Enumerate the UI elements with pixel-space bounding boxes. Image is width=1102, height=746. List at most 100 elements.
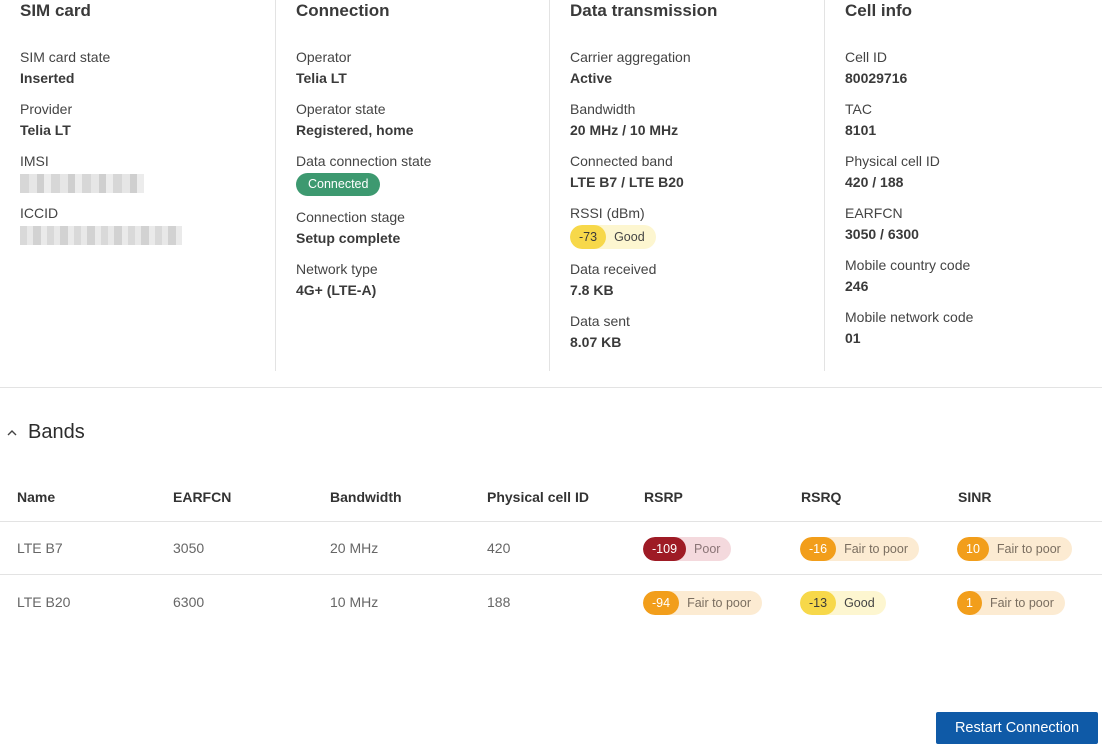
network-type-value: 4G+ (LTE-A)	[296, 282, 377, 298]
rsrq-quality: Good	[844, 595, 875, 610]
bands-section-toggle[interactable]: Bands	[6, 421, 85, 444]
band-name: LTE B20	[17, 593, 71, 610]
connection-title: Connection	[296, 1, 390, 20]
rsrq-badge: -13 Good	[800, 590, 886, 615]
rsrp-cell: -109 Poor	[643, 522, 732, 574]
restart-connection-button[interactable]: Restart Connection	[936, 712, 1098, 744]
sinr-value: 10	[957, 537, 989, 561]
rsrq-value: -13	[800, 590, 837, 615]
carrier-aggregation-value: Active	[570, 70, 613, 86]
connected-status-badge: Connected	[296, 173, 381, 196]
connection-stage-value: Setup complete	[296, 230, 401, 246]
band-pci: 188	[487, 593, 511, 610]
sim-card-panel: SIM card SIM card state Inserted Provide…	[0, 0, 275, 371]
provider-value: Telia LT	[20, 122, 71, 138]
tac-value: 8101	[845, 122, 877, 138]
band-earfcn: 6300	[173, 593, 205, 610]
rsrq-badge: -16 Fair to poor	[800, 537, 919, 561]
rssi-badge: -73 Good	[570, 225, 656, 249]
physical-cell-id-value: 420 / 188	[845, 174, 904, 190]
rsrq-cell: -16 Fair to poor	[800, 522, 919, 574]
carrier-aggregation-label: Carrier aggregation	[570, 49, 691, 65]
mobile-country-code-label: Mobile country code	[845, 257, 971, 273]
band-name: LTE B7	[17, 540, 63, 556]
sinr-badge: 10 Fair to poor	[957, 537, 1072, 561]
col-pci-header: Physical cell ID	[487, 488, 589, 505]
earfcn-label: EARFCN	[845, 205, 903, 221]
rsrq-quality: Fair to poor	[844, 542, 908, 556]
imsi-redacted-value	[20, 174, 144, 193]
band-earfcn: 3050	[173, 540, 205, 556]
data-sent-label: Data sent	[570, 313, 630, 329]
rssi-label: RSSI (dBm)	[570, 205, 645, 221]
cell-id-label: Cell ID	[845, 49, 888, 65]
sinr-quality: Fair to poor	[989, 595, 1054, 610]
section-divider	[0, 387, 1102, 388]
connection-panel: Connection Operator Telia LT Operator st…	[275, 0, 549, 371]
rsrp-badge: -109 Poor	[643, 537, 732, 561]
band-bandwidth: 10 MHz	[330, 593, 379, 610]
rssi-quality: Good	[614, 230, 645, 244]
cell-info-title: Cell info	[845, 1, 913, 20]
bandwidth-label: Bandwidth	[570, 101, 636, 117]
mobile-network-code-label: Mobile network code	[845, 309, 974, 325]
mobile-network-code-value: 01	[845, 330, 861, 346]
operator-state-value: Registered, home	[296, 122, 414, 138]
table-row: LTE B7 3050 20 MHz 420 -109 Poor -16 Fai…	[0, 522, 1102, 575]
rsrp-value: -94	[643, 590, 680, 615]
data-transmission-title: Data transmission	[570, 1, 718, 20]
mobile-country-code-value: 246	[845, 278, 869, 294]
cell-info-panel: Cell info Cell ID 80029716 TAC 8101 Phys…	[824, 0, 1102, 371]
rsrq-value: -16	[800, 537, 837, 561]
network-type-label: Network type	[296, 261, 378, 277]
rsrp-quality: Fair to poor	[687, 595, 751, 610]
sinr-badge: 1 Fair to poor	[957, 590, 1065, 615]
physical-cell-id-label: Physical cell ID	[845, 153, 940, 169]
bands-table-header: Name EARFCN Bandwidth Physical cell ID R…	[0, 470, 1102, 522]
rsrp-badge: -94 Fair to poor	[643, 590, 762, 615]
sim-card-title: SIM card	[20, 1, 91, 20]
sim-state-label: SIM card state	[20, 49, 111, 65]
rssi-value: -73	[570, 225, 607, 249]
iccid-redacted-value	[20, 226, 182, 245]
operator-state-label: Operator state	[296, 101, 386, 117]
connected-band-label: Connected band	[570, 153, 673, 169]
data-transmission-panel: Data transmission Carrier aggregation Ac…	[549, 0, 824, 371]
rsrp-cell: -94 Fair to poor	[643, 575, 762, 628]
chevron-up-icon	[7, 429, 17, 435]
bands-table: Name EARFCN Bandwidth Physical cell ID R…	[0, 470, 1102, 628]
data-received-label: Data received	[570, 261, 657, 277]
sinr-value: 1	[957, 590, 982, 615]
bands-title: Bands	[28, 421, 85, 443]
operator-label: Operator	[296, 49, 352, 65]
band-pci: 420	[487, 540, 511, 556]
earfcn-value: 3050 / 6300	[845, 226, 919, 242]
sinr-quality: Fair to poor	[996, 542, 1061, 556]
col-name-header: Name	[17, 488, 56, 505]
operator-value: Telia LT	[296, 70, 347, 86]
col-rsrp-header: RSRP	[644, 488, 683, 505]
status-cards: SIM card SIM card state Inserted Provide…	[0, 0, 1102, 371]
provider-label: Provider	[20, 101, 73, 117]
sim-state-value: Inserted	[20, 70, 75, 86]
col-bandwidth-header: Bandwidth	[330, 488, 402, 505]
data-connection-state-label: Data connection state	[296, 153, 432, 169]
tac-label: TAC	[845, 101, 872, 117]
table-row: LTE B20 6300 10 MHz 188 -94 Fair to poor…	[0, 575, 1102, 628]
col-rsrq-header: RSRQ	[801, 488, 842, 505]
data-sent-value: 8.07 KB	[570, 334, 622, 350]
col-earfcn-header: EARFCN	[173, 488, 232, 505]
iccid-label: ICCID	[20, 205, 59, 221]
sinr-cell: 10 Fair to poor	[957, 522, 1072, 574]
imsi-label: IMSI	[20, 153, 49, 169]
cell-id-value: 80029716	[845, 70, 908, 86]
band-bandwidth: 20 MHz	[330, 540, 379, 556]
rsrq-cell: -13 Good	[800, 575, 886, 628]
sinr-cell: 1 Fair to poor	[957, 575, 1065, 628]
rsrp-quality: Poor	[694, 542, 721, 556]
rsrp-value: -109	[643, 537, 687, 561]
connection-stage-label: Connection stage	[296, 209, 405, 225]
col-sinr-header: SINR	[958, 488, 992, 505]
connected-band-value: LTE B7 / LTE B20	[570, 174, 684, 190]
data-received-value: 7.8 KB	[570, 282, 614, 298]
